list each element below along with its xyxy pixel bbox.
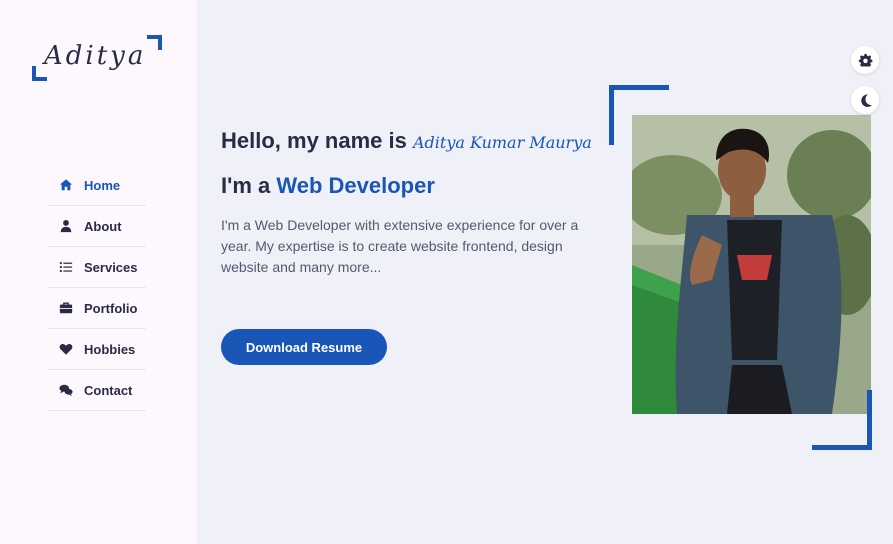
sidebar-item-label: Portfolio xyxy=(84,300,138,316)
hero-greeting: Hello, my name is Aditya Kumar Maurya xyxy=(221,128,592,154)
photo-frame-bottom-right xyxy=(812,390,872,450)
sidebar-item-home[interactable]: Home xyxy=(48,165,146,206)
sidebar-item-services[interactable]: Services xyxy=(48,247,146,288)
greeting-prefix: Hello, my name is xyxy=(221,128,413,153)
role-prefix: I'm a xyxy=(221,173,277,198)
logo-text: Aditya xyxy=(44,41,147,71)
sidebar-item-label: Services xyxy=(84,259,138,275)
sidebar-item-label: Hobbies xyxy=(84,341,136,357)
sidebar-item-hobbies[interactable]: Hobbies xyxy=(48,329,146,370)
sidebar-item-about[interactable]: About xyxy=(48,206,146,247)
hero-description: I'm a Web Developer with extensive exper… xyxy=(221,217,579,275)
profile-photo xyxy=(632,115,871,414)
sidebar-item-label: About xyxy=(84,218,122,234)
briefcase-icon xyxy=(58,300,74,316)
heart-icon xyxy=(58,341,74,357)
settings-button[interactable] xyxy=(851,46,879,74)
sidebar-item-contact[interactable]: Contact xyxy=(48,370,146,411)
sidebar-item-label: Contact xyxy=(84,382,133,398)
download-resume-button[interactable]: Download Resume xyxy=(221,329,387,365)
sidebar-item-portfolio[interactable]: Portfolio xyxy=(48,288,146,329)
moon-icon xyxy=(860,93,872,107)
home-icon xyxy=(58,177,74,193)
logo[interactable]: Aditya xyxy=(32,35,162,81)
gear-icon xyxy=(858,53,872,66)
hero-name: Aditya Kumar Maurya xyxy=(412,133,592,152)
role-title: Web Developer xyxy=(276,173,435,198)
sidebar: Aditya Home About Services Portfolio Hob… xyxy=(0,0,197,544)
profile-photo-illustration xyxy=(632,115,871,414)
hero-role: I'm a Web Developer xyxy=(221,173,435,199)
logo-corner-top-right xyxy=(147,35,162,50)
user-icon xyxy=(58,218,74,234)
sidebar-item-label: Home xyxy=(84,177,121,193)
main-content: Hello, my name is Aditya Kumar Maurya I'… xyxy=(197,0,893,544)
chat-icon xyxy=(58,382,74,398)
sidebar-nav: Home About Services Portfolio Hobbies Co… xyxy=(48,165,146,411)
theme-toggle-button[interactable] xyxy=(851,86,879,114)
list-icon xyxy=(58,259,74,275)
